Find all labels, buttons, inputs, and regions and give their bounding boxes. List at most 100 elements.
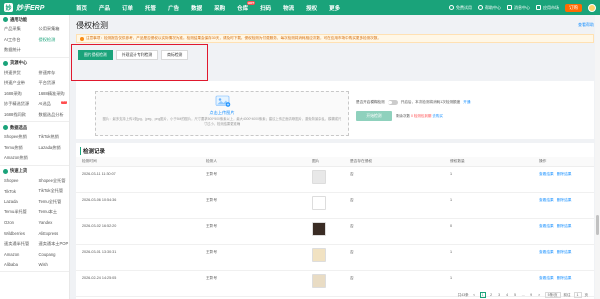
sidebar-item[interactable]: Shopee	[0, 178, 35, 183]
view-result-link[interactable]: 查看结果	[539, 276, 554, 281]
sidebar-item[interactable]: 速卖通半托管	[0, 241, 35, 247]
delete-result-link[interactable]: 删除结果	[557, 224, 572, 229]
sidebar-item[interactable]: Wildberries	[0, 231, 35, 236]
thumbnail-image[interactable]	[312, 274, 326, 288]
tab-1[interactable]: 外观设计专利检测	[115, 50, 159, 60]
nav-item-1[interactable]: 产品	[93, 4, 116, 12]
sidebar-item[interactable]: 拼速供货	[0, 70, 35, 76]
sidebar-item[interactable]: TikTok	[0, 189, 35, 194]
sidebar-item[interactable]: Shopee热销	[0, 134, 35, 140]
sidebar-item[interactable]: 产品采集	[0, 26, 35, 32]
nav-item-8[interactable]: 扫码	[254, 4, 277, 12]
page-button[interactable]: 2	[489, 292, 494, 298]
sidebar-section-0[interactable]: 通用功能	[0, 15, 69, 24]
page-button[interactable]: >	[537, 292, 542, 298]
sidebar-item[interactable]: 拼速库存	[35, 70, 70, 76]
sidebar-item[interactable]: AliExpress	[35, 231, 70, 236]
view-result-link[interactable]: 查看结果	[539, 198, 554, 203]
recharge-button[interactable]: 订购	[565, 3, 582, 12]
sidebar-item[interactable]: Shopee全托管	[35, 178, 70, 184]
sidebar-item[interactable]: Amazon热销	[0, 155, 35, 161]
view-result-link[interactable]: 查看结果	[539, 172, 554, 177]
sidebar-item[interactable]: TikTok热销	[35, 134, 70, 140]
nav-item-2[interactable]: 订单	[116, 4, 139, 12]
nav-item-3[interactable]: 托管	[139, 4, 162, 12]
sidebar-section-1[interactable]: 货源中心	[0, 59, 69, 68]
sidebar-section-2[interactable]: 数据选品	[0, 123, 69, 132]
buy-link[interactable]: 去购买	[432, 114, 443, 118]
avatar[interactable]	[588, 3, 596, 12]
sidebar-item[interactable]: 侵权检测	[35, 37, 70, 43]
delete-result-link[interactable]: 删除结果	[557, 172, 572, 177]
sidebar-item[interactable]: Ozon	[0, 220, 35, 225]
page-button[interactable]: 4	[505, 292, 510, 298]
sidebar-item[interactable]: Alibaba	[0, 262, 35, 267]
sidebar-item[interactable]: Temu热销	[0, 145, 35, 151]
fuzzy-detect-switch[interactable]	[387, 100, 398, 105]
nav-item-11[interactable]: 更多	[323, 4, 346, 12]
thumbnail-image[interactable]	[312, 248, 326, 262]
tab-2[interactable]: 商标检测	[161, 50, 189, 60]
scrollbar-thumb[interactable]	[596, 215, 599, 235]
sidebar-row: Alibaba Wish	[0, 260, 69, 271]
sidebar-item[interactable]: Temu全托管	[35, 199, 70, 205]
thumbnail-image[interactable]	[312, 196, 326, 210]
nav-item-4[interactable]: 广告	[162, 4, 185, 12]
cell-infringe: 否	[350, 172, 354, 176]
view-result-link[interactable]: 查看结果	[539, 224, 554, 229]
delete-result-link[interactable]: 删除结果	[557, 250, 572, 255]
app-market-link[interactable]: 应用市场	[536, 5, 559, 11]
page-button[interactable]: 3	[497, 292, 502, 298]
nav-item-7[interactable]: 仓库 HOT	[231, 0, 256, 12]
sidebar-item[interactable]: 拼速产业带	[0, 80, 35, 86]
tab-0[interactable]: 图片侵权检测	[78, 50, 113, 60]
sidebar-item[interactable]: 1688精准采购	[35, 91, 70, 97]
sidebar-item[interactable]: 速卖通本土POP	[35, 241, 70, 247]
sidebar-item[interactable]: Wish	[35, 262, 70, 267]
nav-item-6[interactable]: 采购	[208, 4, 231, 12]
sidebar-section-3[interactable]: 快速上货	[0, 167, 69, 176]
page-button[interactable]: ...	[521, 292, 526, 298]
sidebar-item[interactable]: 平台货源	[35, 80, 70, 86]
nav-item-10[interactable]: 授权	[300, 4, 323, 12]
delete-result-link[interactable]: 删除结果	[557, 198, 572, 203]
sidebar-item[interactable]: 妙手精选货源	[0, 101, 35, 107]
page-size-select[interactable]: 5条/页	[544, 292, 561, 298]
app-logo[interactable]: 妙 妙手ERP	[0, 3, 70, 13]
goto-input[interactable]: 1	[573, 292, 582, 298]
sidebar-item[interactable]: Yandex	[35, 220, 70, 225]
page-button[interactable]: 1	[479, 292, 486, 298]
sidebar-item[interactable]: 数据统计	[0, 47, 35, 53]
nav-item-5[interactable]: 数据	[185, 4, 208, 12]
sidebar-item[interactable]: Coupang	[35, 252, 70, 257]
open-link[interactable]: 开通	[463, 100, 470, 105]
thumbnail-image[interactable]	[312, 222, 326, 236]
page-scrollbar[interactable]	[595, 15, 600, 299]
sidebar-item[interactable]: AI选品	[35, 101, 70, 107]
start-detect-button[interactable]: 开始检测	[356, 111, 392, 121]
view-result-link[interactable]: 查看结果	[539, 250, 554, 255]
message-center-link[interactable]: 消息中心	[507, 5, 530, 11]
delete-result-link[interactable]: 删除结果	[557, 276, 572, 281]
sidebar-item[interactable]: Temu本土	[35, 209, 70, 215]
page-button[interactable]: 5	[513, 292, 518, 298]
sidebar-item[interactable]: TikTok全托管	[35, 188, 70, 194]
sidebar-item[interactable]: 1688找同款	[0, 112, 35, 118]
nav-item-9[interactable]: 物流	[277, 4, 300, 12]
help-center-link[interactable]: 帮助中心	[478, 5, 501, 11]
sidebar-item[interactable]: 数据选品分析	[35, 112, 70, 118]
sidebar-item[interactable]: AI工作台	[0, 37, 35, 43]
page-button[interactable]: 9	[529, 292, 534, 298]
thumbnail-image[interactable]	[312, 170, 326, 184]
sidebar-item[interactable]: Amazon	[0, 252, 35, 257]
sidebar-item[interactable]: Temu半托管	[0, 209, 35, 215]
sidebar-item[interactable]: 公用采集箱	[35, 26, 70, 32]
page-button[interactable]: <	[472, 292, 477, 298]
nav-item-0[interactable]: 首页	[70, 4, 93, 12]
upload-dropzone[interactable]: 点击上传图片 图片：最多支持上传1张jpg、jpeg、png图片，小于5M的图片…	[95, 91, 349, 136]
sidebar-item[interactable]: 1688采购	[0, 91, 35, 97]
free-trial-link[interactable]: 免费试用	[449, 5, 472, 11]
sidebar-item[interactable]: Lazada热销	[35, 145, 70, 151]
help-link[interactable]: 查看帮助	[578, 22, 594, 28]
sidebar-item[interactable]: Lazada	[0, 199, 35, 204]
